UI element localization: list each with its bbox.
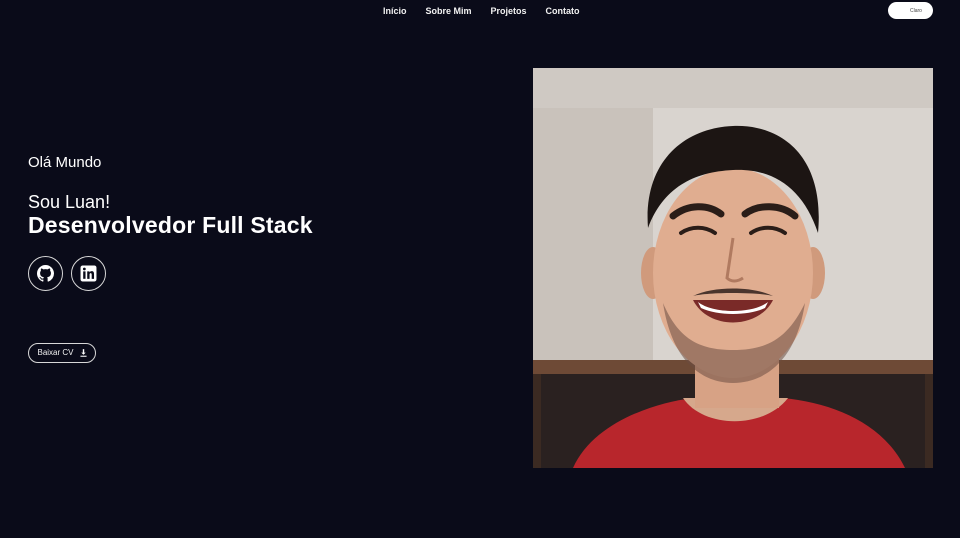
download-cv-label: Baixar CV <box>37 348 74 357</box>
nav-link-inicio[interactable]: Início <box>383 5 407 17</box>
linkedin-icon <box>80 265 97 282</box>
social-links <box>28 256 106 291</box>
download-cv-button[interactable]: Baixar CV <box>28 343 96 363</box>
page: Início Sobre Mim Projetos Contato Claro … <box>0 0 960 538</box>
top-nav: Início Sobre Mim Projetos Contato Claro <box>0 0 960 22</box>
moon-icon <box>898 6 902 15</box>
nav-links: Início Sobre Mim Projetos Contato <box>383 5 599 17</box>
github-button[interactable] <box>28 256 63 291</box>
nav-link-projetos[interactable]: Projetos <box>491 5 527 17</box>
nav-link-contato[interactable]: Contato <box>546 5 580 17</box>
profile-photo-illustration <box>533 68 933 468</box>
role-heading: Desenvolvedor Full Stack <box>28 212 313 238</box>
theme-toggle-label: Claro <box>910 7 922 14</box>
greeting-text: Olá Mundo <box>28 154 102 171</box>
intro-text: Sou Luan! <box>28 192 111 212</box>
linkedin-button[interactable] <box>71 256 106 291</box>
theme-toggle-button[interactable]: Claro <box>888 2 933 19</box>
download-icon <box>79 349 87 357</box>
nav-link-sobre-mim[interactable]: Sobre Mim <box>426 5 472 17</box>
profile-photo <box>533 68 933 468</box>
github-icon <box>37 265 54 282</box>
